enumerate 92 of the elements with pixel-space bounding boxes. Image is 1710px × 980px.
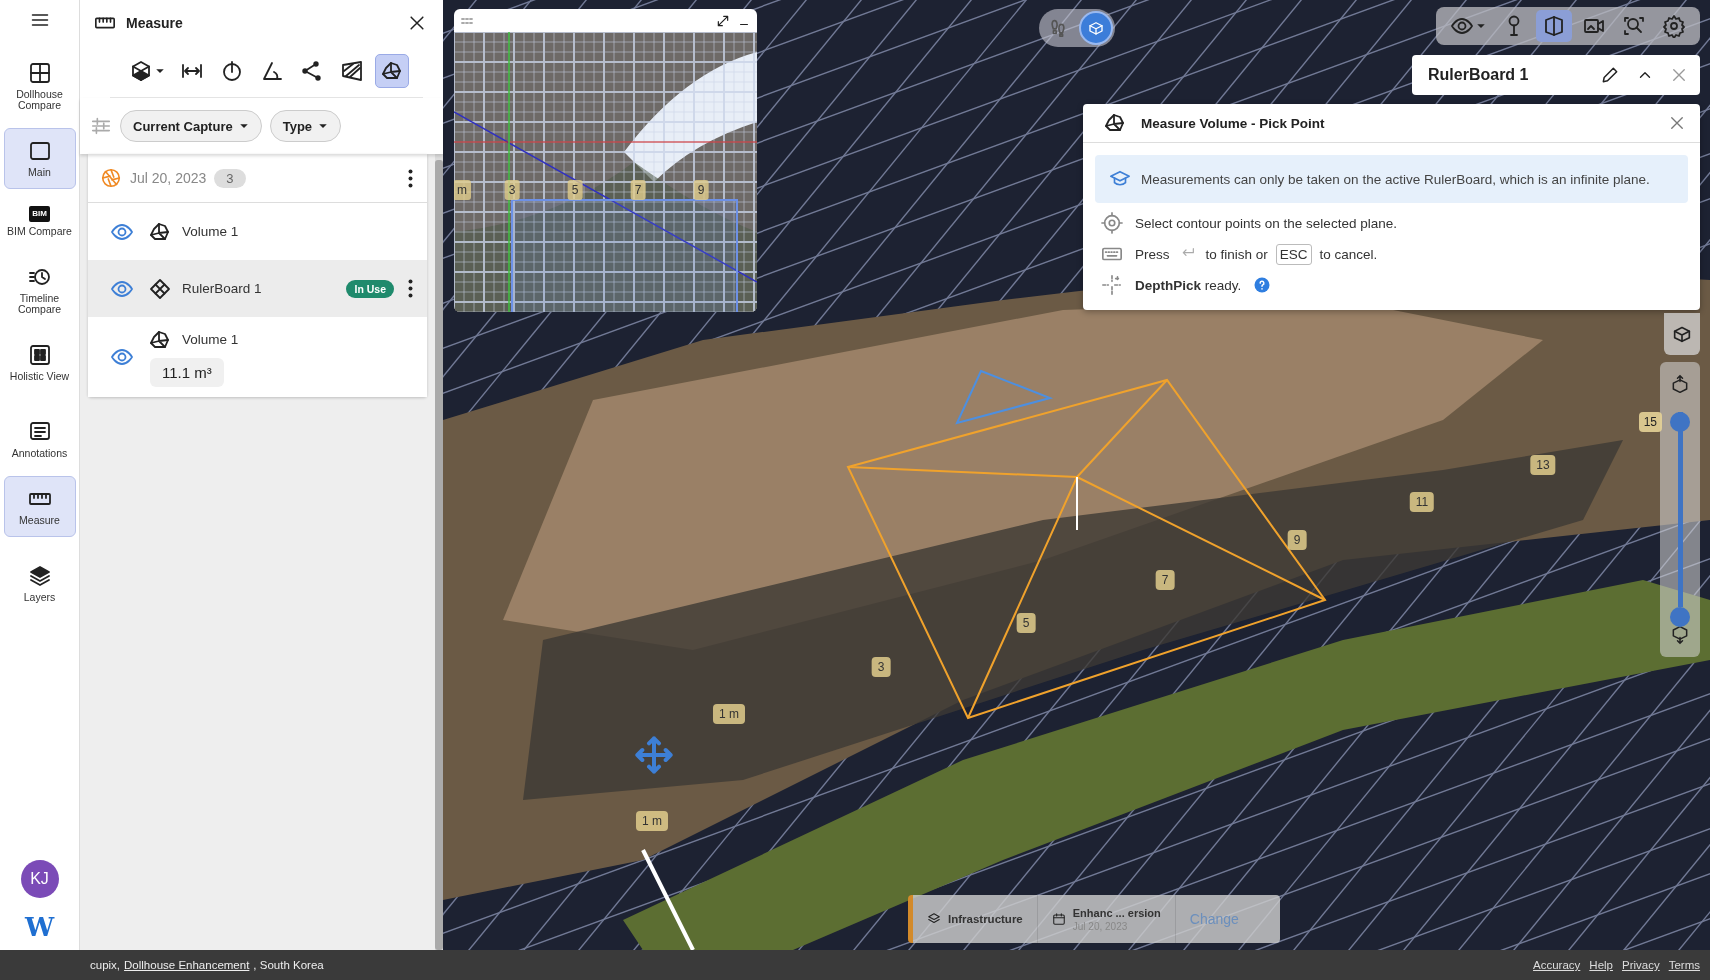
filter-dropdown[interactable]: Current Capture xyxy=(120,110,262,142)
step-text: Press xyxy=(1135,246,1170,262)
height-reading: 15 xyxy=(1638,412,1662,432)
close-icon xyxy=(1670,66,1688,84)
status-text: DepthPick ready. xyxy=(1135,277,1242,293)
nav-item[interactable]: BIM BIM Compare xyxy=(3,195,76,248)
step-text: to cancel. xyxy=(1319,246,1378,262)
scale-label: 7 xyxy=(630,180,646,200)
layers-icon xyxy=(27,564,52,588)
aperture-icon xyxy=(100,167,122,189)
height-slider[interactable] xyxy=(1660,362,1700,657)
settings-icon xyxy=(1662,14,1686,38)
more-button[interactable] xyxy=(406,277,415,300)
move-icon[interactable] xyxy=(634,735,674,775)
scale-label: 5 xyxy=(1016,613,1036,633)
view-cube-button[interactable] xyxy=(1664,313,1700,355)
close-icon xyxy=(1668,114,1686,132)
help-icon[interactable] xyxy=(1253,276,1272,294)
footer-link[interactable]: Privacy xyxy=(1622,959,1660,971)
nav-item[interactable]: Annotations xyxy=(3,409,76,470)
count-badge: 3 xyxy=(214,168,246,188)
nav-item[interactable]: Holistic View xyxy=(3,332,76,393)
caret-icon xyxy=(1476,21,1486,31)
minimap[interactable]: m 3 5 7 9 xyxy=(454,9,757,312)
user-avatar[interactable]: KJ xyxy=(20,860,59,898)
sparkle-icon xyxy=(1101,274,1123,296)
dialog-title: Measure Volume - Pick Point xyxy=(1141,115,1326,131)
nav-item[interactable]: Timeline Compare xyxy=(3,254,76,326)
project-link[interactable]: Dollhouse Enhancement xyxy=(124,959,250,971)
measurement-row[interactable]: RulerBoard 1 In Use xyxy=(88,260,427,317)
scrollbar[interactable] xyxy=(435,154,443,950)
nav-item[interactable]: Layers xyxy=(3,553,76,614)
scale-label: 3 xyxy=(504,180,520,200)
step-text: Select contour points on the selected plane. xyxy=(1135,215,1397,231)
cube-down-icon xyxy=(1670,625,1690,645)
item-name: RulerBoard 1 xyxy=(182,281,262,296)
location-text: cupix, xyxy=(90,959,121,971)
info-text: Measurements can only be taken on the active RulerBoard, which is an infinite plane. xyxy=(1141,171,1650,187)
scale-label: m xyxy=(454,180,471,200)
nav-item[interactable]: Measure xyxy=(3,476,76,537)
rulerboard-title: RulerBoard 1 xyxy=(1428,66,1530,84)
step-text: to finish or xyxy=(1205,246,1268,262)
scale-label: 1 m xyxy=(713,704,745,724)
search-icon xyxy=(1622,14,1646,38)
grid-icon xyxy=(27,343,52,367)
item-name: Volume 1 xyxy=(182,332,239,347)
pencil-icon xyxy=(1600,65,1620,85)
caret-icon xyxy=(318,121,329,131)
scale-label: 9 xyxy=(1287,530,1307,550)
footer-link[interactable]: Accuracy xyxy=(1533,959,1581,971)
scale-label: 5 xyxy=(567,180,583,200)
capture-date: Jul 20, 2023 xyxy=(130,170,207,186)
status-badge: In Use xyxy=(346,279,394,298)
volume-value: 11.1 m³ xyxy=(150,357,224,387)
scale-label: 7 xyxy=(1155,570,1175,590)
caret-icon xyxy=(238,121,249,131)
bim-icon: BIM xyxy=(29,206,50,222)
scale-label: 11 xyxy=(1409,492,1435,512)
scale-label: 9 xyxy=(693,180,709,200)
item-name: Volume 1 xyxy=(182,224,239,239)
measure-tool[interactable] xyxy=(374,54,409,88)
footer-link[interactable]: Terms xyxy=(1668,959,1700,971)
scale-label: 13 xyxy=(1530,455,1556,475)
filter-icon xyxy=(90,115,112,137)
drag-handle-icon[interactable] xyxy=(460,15,474,26)
footer-link[interactable]: Help xyxy=(1589,959,1613,971)
filter-dropdown[interactable]: Type xyxy=(269,110,342,142)
panel-title: Measure xyxy=(126,14,184,31)
square-icon xyxy=(27,139,52,163)
layer-name: Infrastructure xyxy=(948,913,1023,925)
toolbar-button[interactable] xyxy=(1536,10,1572,42)
cube-up-icon xyxy=(1670,374,1690,394)
calendar-icon xyxy=(1051,912,1066,926)
caret-icon xyxy=(154,66,165,76)
plane-icon xyxy=(1542,14,1566,38)
scale-label: 1 m xyxy=(636,811,668,831)
more-icon xyxy=(408,279,413,298)
location-text: , South Korea xyxy=(253,959,324,971)
diamond-grid-icon xyxy=(148,276,172,301)
measurement-row[interactable]: Volume 1 xyxy=(88,203,427,260)
more-icon xyxy=(408,168,413,188)
key-label: ESC xyxy=(1275,243,1312,265)
nav-item[interactable]: Dollhouse Compare xyxy=(3,50,76,122)
target-icon xyxy=(1101,212,1123,234)
measurement-row[interactable]: Volume 1 11.1 m³ xyxy=(88,317,427,397)
grid-icon xyxy=(27,61,52,85)
version-name: Enhanc ... ersion xyxy=(1072,906,1161,919)
area-icon xyxy=(339,59,364,83)
layers-icon xyxy=(927,912,941,926)
scale-label: 3 xyxy=(871,657,891,677)
polyline-icon xyxy=(299,59,324,83)
nav-item[interactable]: Main xyxy=(3,128,76,189)
